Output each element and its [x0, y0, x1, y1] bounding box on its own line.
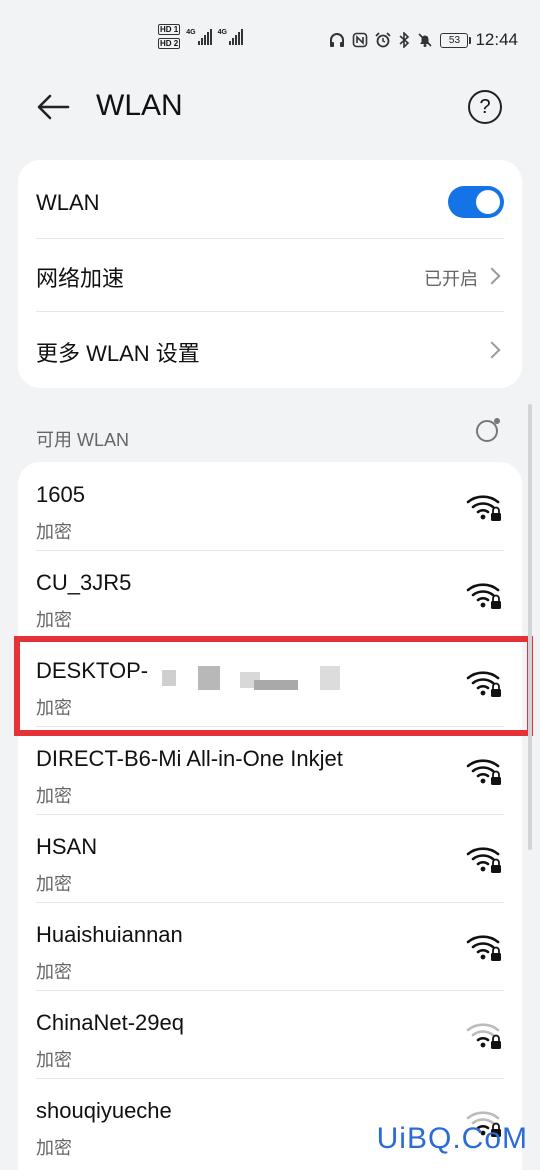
network-security: 加密 [36, 1050, 72, 1070]
network-acceleration-label: 网络加速 [36, 266, 125, 291]
page-title: WLAN [96, 89, 183, 122]
network-list-item[interactable]: HSAN 加密 [18, 814, 522, 902]
toggle-knob [476, 190, 500, 214]
network-security: 加密 [36, 610, 72, 630]
watermark: UiBQ.CoM [376, 1122, 528, 1155]
network-name: CU_3JR5 [36, 570, 132, 595]
available-wlan-title: 可用 WLAN [36, 430, 130, 450]
signal-area: HD 1 HD 2 4G 4G [158, 24, 243, 49]
wifi-locked-icon [466, 495, 501, 521]
network-acceleration-value: 已开启 [424, 269, 478, 289]
wifi-locked-icon [466, 847, 501, 873]
network-list-item[interactable]: DIRECT-B6-Mi All-in-One Inkjet 加密 [18, 726, 522, 814]
chevron-right-icon [483, 341, 501, 359]
network-list-item[interactable]: Huaishuiannan 加密 [18, 902, 522, 990]
network-name: HSAN [36, 834, 98, 859]
cell-signal-2-icon: 4G [217, 28, 243, 45]
hd1-badge: HD 1 [158, 24, 181, 35]
wifi-locked-icon [466, 1023, 501, 1049]
wlan-toggle-switch[interactable] [448, 186, 504, 218]
wlan-settings-card: WLAN 网络加速 已开启 更多 WLAN 设置 [18, 160, 522, 388]
network-list-item[interactable]: CU_3JR5 加密 [18, 550, 522, 638]
clock: 12:44 [475, 30, 518, 49]
headphones-icon [330, 33, 345, 47]
network-acceleration-row[interactable]: 网络加速 已开启 [18, 239, 522, 311]
network-name: ChinaNet-29eq [36, 1010, 184, 1035]
wifi-locked-icon [466, 759, 501, 785]
title-bar: WLAN ? [0, 80, 540, 140]
more-wlan-settings-label: 更多 WLAN 设置 [36, 341, 200, 366]
status-icons: 53 12:44 [329, 30, 518, 50]
network-security: 加密 [36, 962, 72, 982]
hd2-badge: HD 2 [158, 38, 181, 49]
network-list-item[interactable]: ChinaNet-29eq 加密 [18, 990, 522, 1078]
cell-signal-1-icon: 4G [186, 28, 212, 45]
network-list-item[interactable]: 1605 加密 [18, 462, 522, 550]
scanning-spinner-icon [476, 418, 500, 442]
bluetooth-icon [399, 32, 410, 48]
network-security: 加密 [36, 1138, 72, 1158]
network-name: Huaishuiannan [36, 922, 183, 947]
mute-bell-icon [418, 33, 433, 47]
network-security: 加密 [36, 874, 72, 894]
wlan-toggle-row[interactable]: WLAN [18, 160, 522, 238]
status-bar: HD 1 HD 2 4G 4G 53 12:44 [0, 0, 540, 80]
hd-indicators: HD 1 HD 2 [158, 24, 181, 49]
chevron-right-icon [483, 267, 501, 285]
back-arrow-icon[interactable] [34, 92, 74, 122]
network-name: shouqiyueche [36, 1098, 172, 1123]
highlight-box [14, 636, 533, 736]
network-security: 加密 [36, 522, 72, 542]
network-name: 1605 [36, 482, 85, 507]
network-name: DIRECT-B6-Mi All-in-One Inkjet [36, 746, 343, 771]
available-networks-card: 1605 加密 CU_3JR5 加密 DESKTOP- 加密 DIRECT-B6-Mi Al… [18, 462, 522, 1170]
wifi-locked-icon [466, 935, 501, 961]
network-security: 加密 [36, 786, 72, 806]
alarm-icon [375, 32, 392, 48]
network-type-1: 4G [186, 28, 196, 36]
wifi-locked-icon [466, 583, 501, 609]
network-type-2: 4G [217, 28, 227, 36]
nfc-icon [353, 32, 368, 48]
wlan-label: WLAN [36, 190, 100, 215]
help-icon[interactable]: ? [468, 90, 502, 124]
more-wlan-settings-row[interactable]: 更多 WLAN 设置 [18, 312, 522, 388]
battery-icon: 53 [440, 32, 472, 48]
scrollbar[interactable] [528, 404, 532, 850]
